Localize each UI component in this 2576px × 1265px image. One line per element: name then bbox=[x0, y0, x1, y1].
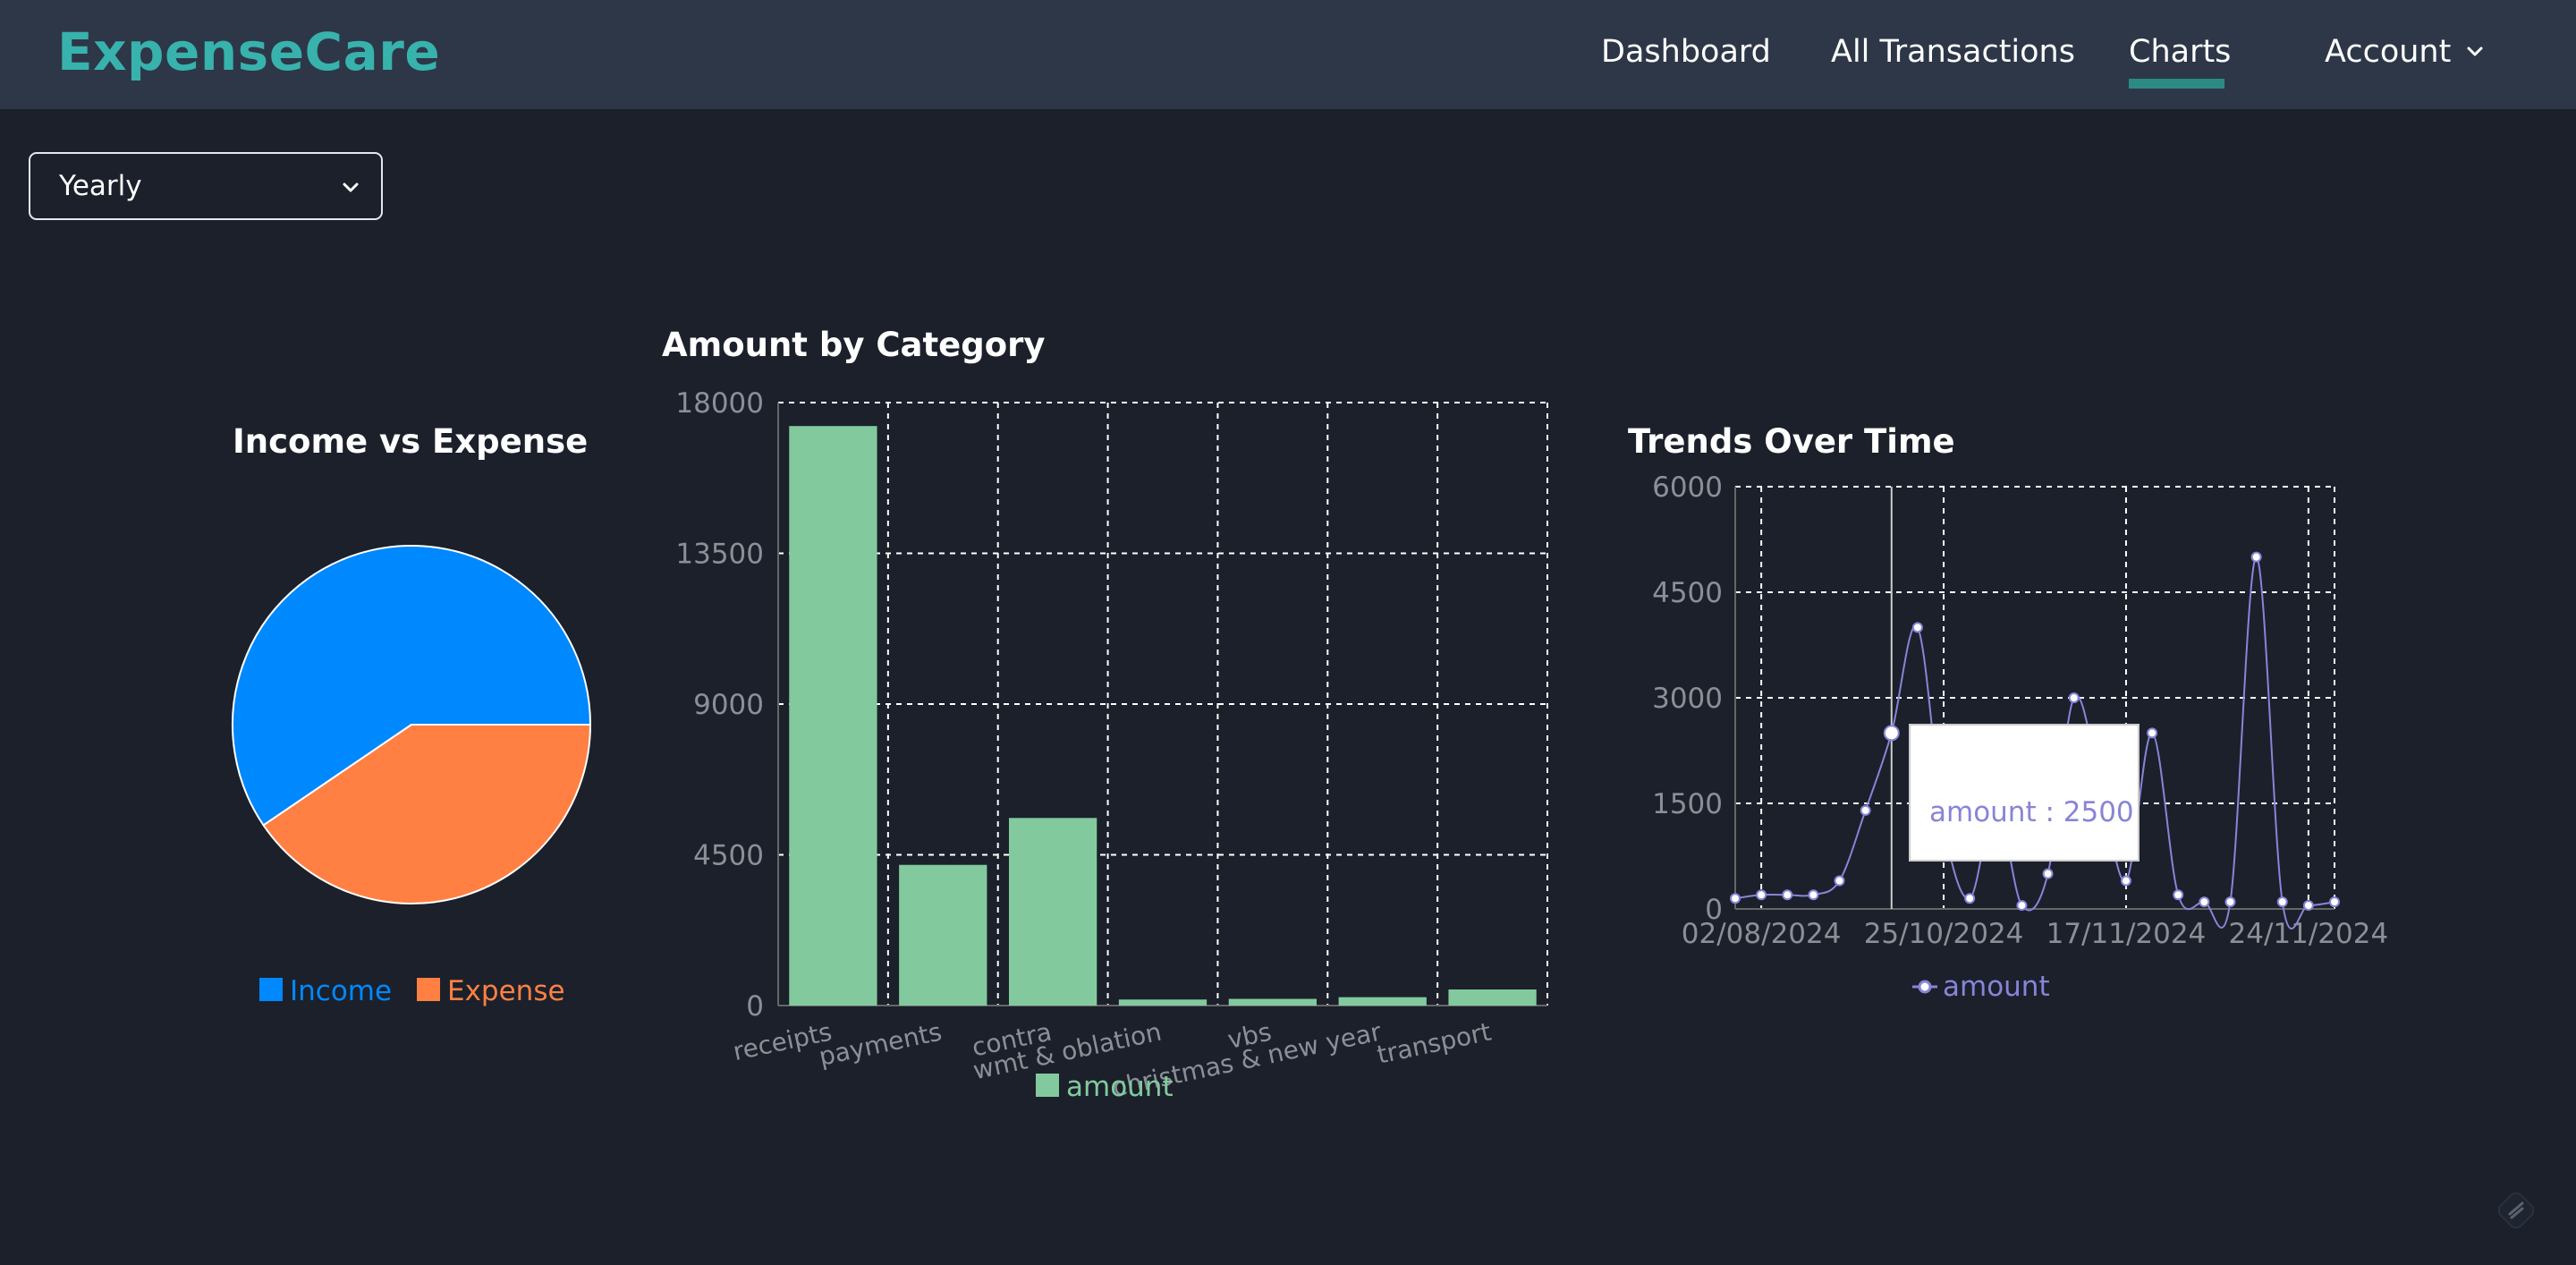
line-y-tick-label: 3000 bbox=[1652, 683, 1723, 715]
data-point bbox=[2250, 551, 2262, 563]
line-y-tick-label: 1500 bbox=[1652, 788, 1723, 820]
data-point bbox=[1808, 889, 1819, 901]
line-x-tick-label: 25/10/2024 bbox=[1864, 918, 2024, 950]
tooltip-label: amount : 2500 bbox=[1929, 796, 2134, 828]
legend-label-expense: Expense bbox=[447, 975, 565, 1007]
income-expense-pie-chart: Income Expense bbox=[232, 545, 592, 1007]
bar-payments bbox=[899, 864, 987, 1006]
data-point bbox=[2068, 692, 2080, 703]
tooltip-box bbox=[1909, 724, 2140, 862]
bar-x-tick-label: transport bbox=[1375, 1017, 1494, 1070]
line-legend-label: amount bbox=[1943, 971, 2050, 1003]
data-point bbox=[1730, 893, 1741, 904]
line-y-tick-label: 6000 bbox=[1652, 474, 1723, 504]
bar-contra bbox=[1009, 818, 1097, 1006]
nav-all-transactions[interactable]: All Transactions bbox=[1831, 34, 2075, 70]
bar-x-tick-label: payments bbox=[817, 1017, 945, 1072]
bar-y-tick-label: 18000 bbox=[675, 387, 764, 420]
data-point bbox=[1782, 889, 1793, 901]
data-point bbox=[2120, 875, 2131, 887]
nav-active-indicator bbox=[2129, 79, 2224, 89]
data-point bbox=[2199, 896, 2210, 908]
chevron-down-icon bbox=[343, 183, 359, 192]
trends-line-chart: 01500300045006000 02/08/2024 25/10/2024 17… bbox=[1652, 474, 2389, 1003]
pie-chart-title: Income vs Expense bbox=[233, 422, 589, 461]
data-point bbox=[2016, 900, 2028, 912]
legend-label-income: Income bbox=[290, 975, 392, 1007]
bar-vbs bbox=[1228, 998, 1317, 1006]
data-point bbox=[2147, 727, 2158, 739]
bar-transport bbox=[1448, 989, 1537, 1006]
nav-charts[interactable]: Charts bbox=[2129, 34, 2231, 70]
line-legend-icon bbox=[1918, 980, 1932, 994]
data-point bbox=[1964, 893, 1976, 904]
app-logo[interactable]: ExpenseCare bbox=[57, 21, 440, 82]
line-x-tick-label: 17/11/2024 bbox=[2046, 918, 2207, 950]
bar-y-tick-label: 4500 bbox=[693, 840, 764, 872]
bar-legend-swatch bbox=[1036, 1074, 1059, 1097]
period-select-value: Yearly bbox=[59, 170, 142, 202]
line-x-tick-label: 02/08/2024 bbox=[1682, 918, 1842, 950]
bar-y-tick-label: 13500 bbox=[675, 539, 764, 571]
bar-y-tick-label: 0 bbox=[746, 990, 764, 1023]
bar-y-tick-label: 9000 bbox=[693, 689, 764, 721]
bar-wmt-oblation bbox=[1118, 999, 1208, 1006]
line-chart-title: Trends Over Time bbox=[1628, 422, 1955, 461]
data-point bbox=[2173, 889, 2184, 901]
top-navbar: ExpenseCare Dashboard All Transactions C… bbox=[0, 0, 2576, 109]
data-point bbox=[2302, 900, 2314, 912]
bar-christmas-new-year bbox=[1338, 997, 1427, 1006]
bar-chart-title: Amount by Category bbox=[662, 326, 1046, 364]
data-point bbox=[1756, 889, 1767, 901]
legend-swatch-expense bbox=[417, 978, 440, 1001]
bar-receipts bbox=[789, 426, 877, 1006]
legend-swatch-income bbox=[259, 978, 283, 1001]
nav-dashboard[interactable]: Dashboard bbox=[1601, 34, 1771, 70]
active-data-point bbox=[1883, 725, 1900, 742]
corner-logo-icon[interactable] bbox=[2498, 1193, 2534, 1228]
data-point bbox=[2042, 868, 2054, 879]
data-point bbox=[2276, 896, 2288, 908]
data-point bbox=[1860, 804, 1871, 816]
line-y-tick-label: 4500 bbox=[1652, 577, 1723, 609]
data-point bbox=[2224, 896, 2236, 908]
nav-account[interactable]: Account bbox=[2325, 34, 2451, 70]
chevron-down-icon[interactable] bbox=[2464, 41, 2486, 63]
bar-legend-label: amount bbox=[1066, 1071, 1174, 1103]
data-point bbox=[2329, 896, 2340, 908]
amount-by-category-bar-chart: 0450090001350018000 receiptspayments cont… bbox=[675, 387, 1548, 1103]
period-select[interactable]: Yearly bbox=[29, 152, 383, 220]
line-x-tick-label: 24/11/2024 bbox=[2229, 918, 2389, 950]
data-point bbox=[1834, 875, 1845, 887]
data-point bbox=[1911, 622, 1923, 633]
